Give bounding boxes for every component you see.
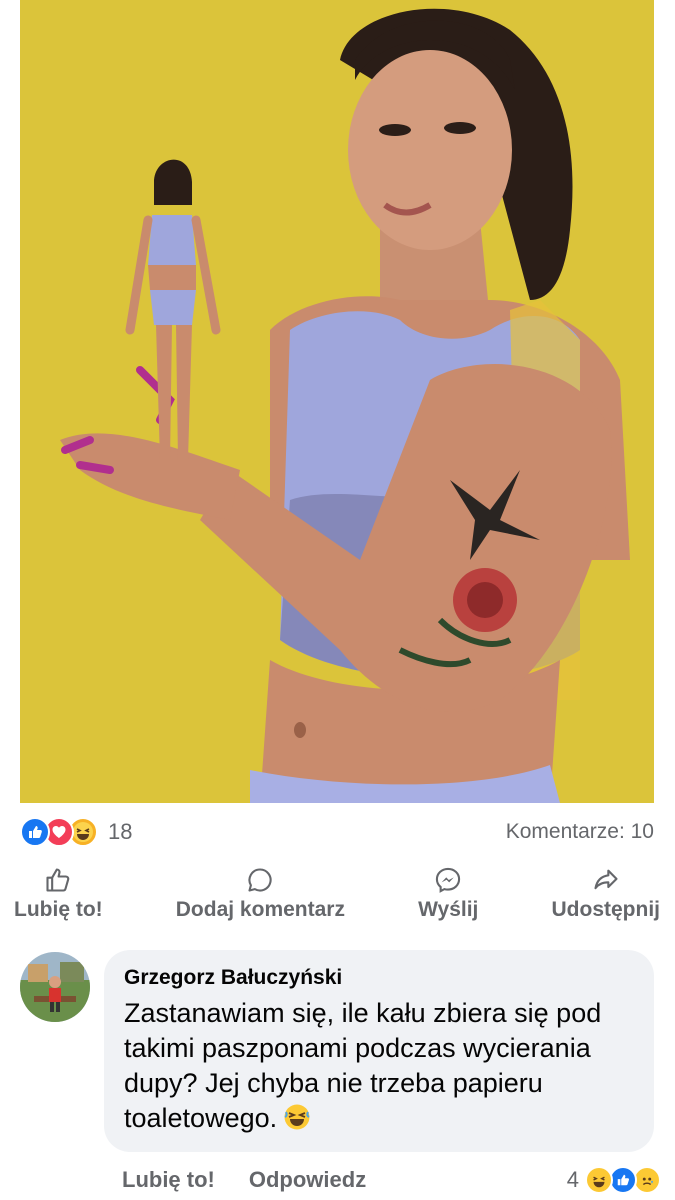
messenger-icon [436, 867, 461, 893]
comment-reply-button[interactable]: Odpowiedz [249, 1167, 366, 1193]
comment-like-button[interactable]: Lubię to! [122, 1167, 215, 1193]
share-button-label: Udostępnij [551, 898, 661, 921]
sad-icon [633, 1166, 661, 1194]
send-button-label: Wyślij [418, 898, 479, 921]
rolling-laughing-emoji-icon [283, 1103, 311, 1140]
comment-button[interactable]: Dodaj komentarz [176, 866, 345, 936]
post-action-bar: Lubię to! Dodaj komentarz Wyślij Udostęp… [10, 866, 664, 936]
reaction-summary[interactable]: 18 [20, 817, 132, 847]
like-button[interactable]: Lubię to! [14, 866, 103, 936]
commenter-avatar[interactable] [20, 952, 90, 1022]
comment-reaction-summary[interactable]: 4 [566, 1160, 661, 1200]
comment-text-wrap: Zastanawiam się, ile kału zbiera się pod… [124, 996, 636, 1140]
comments-count-link[interactable]: Komentarze: 10 [506, 820, 654, 844]
like-button-label: Lubię to! [14, 898, 103, 921]
thumbs-up-icon [46, 868, 70, 892]
send-button[interactable]: Wyślij [418, 866, 478, 936]
haha-icon [585, 1166, 613, 1194]
reaction-icons [20, 817, 98, 847]
share-button[interactable]: Udostępnij [551, 866, 661, 936]
post-photo[interactable] [20, 0, 654, 803]
comment-bubble-icon [248, 868, 272, 892]
photo-illustration [20, 0, 654, 803]
reaction-summary-bar: 18 Komentarze: 10 [20, 812, 654, 852]
reaction-count: 18 [108, 819, 133, 844]
comment-button-label: Dodaj komentarz [175, 898, 345, 921]
comment-author[interactable]: Grzegorz Bałuczyński [124, 966, 636, 990]
share-arrow-icon [594, 869, 618, 890]
comment-text: Zastanawiam się, ile kału zbiera się pod… [124, 998, 602, 1133]
comment-bubble: Grzegorz Bałuczyński Zastanawiam się, il… [104, 950, 654, 1152]
comment-actions: Lubię to! Odpowiedz [122, 1160, 400, 1200]
comment-reaction-count: 4 [566, 1167, 579, 1192]
like-icon [20, 817, 50, 847]
like-icon [609, 1166, 637, 1194]
